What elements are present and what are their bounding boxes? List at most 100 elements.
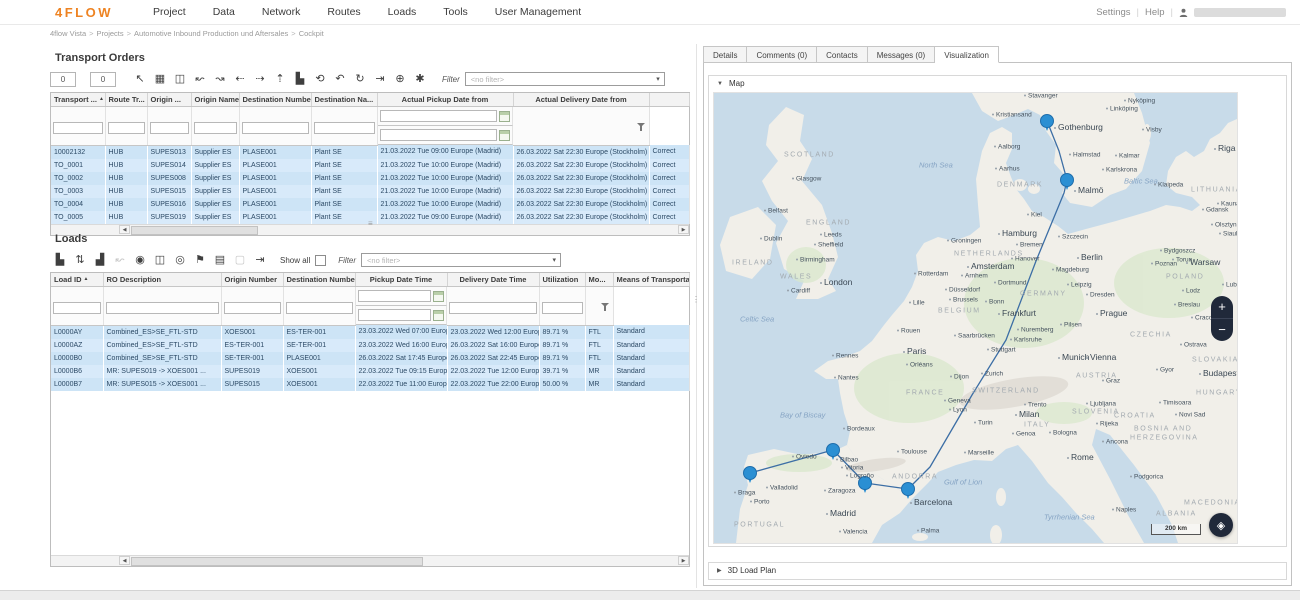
column-header-pickup-date-time[interactable]: Pickup Date Time	[355, 273, 447, 287]
filter-input-actual-pickup-date-from[interactable]	[380, 110, 498, 122]
loads-filter-select[interactable]: <no filter>	[361, 253, 561, 267]
load-row[interactable]: L0000B0Combined_SE>SE_FTL-STDSE-TER-001P…	[51, 352, 689, 365]
column-header-destination-number[interactable]: Destination Number	[239, 93, 311, 107]
refresh-icon[interactable]: ⟲	[312, 72, 329, 87]
nav-item-loads[interactable]: Loads	[388, 6, 417, 18]
show-all-checkbox[interactable]	[315, 255, 326, 266]
transport-orders-filter-select[interactable]: <no filter>	[465, 72, 665, 86]
filter-input-origin-number[interactable]	[224, 302, 281, 314]
vertical-splitter[interactable]	[696, 44, 697, 588]
filter-input-delivery-date-time[interactable]	[358, 309, 432, 321]
load-row[interactable]: L0000B6MR: SUPES019 -> XOES001 ...SUPES0…	[51, 365, 689, 378]
column-header-route-tr[interactable]: Route Tr...	[105, 93, 147, 107]
column-header-destination-number[interactable]: Destination Number	[283, 273, 355, 287]
column-header-means-of-transportation[interactable]: Means of Transportation	[613, 273, 689, 287]
zoom-in-button[interactable]: +	[1211, 296, 1233, 318]
scroll-right-button[interactable]: ▶	[678, 556, 689, 565]
schedule-icon[interactable]: ▦	[152, 72, 169, 87]
tab-visualization[interactable]: Visualization	[935, 46, 999, 63]
breadcrumb-projects[interactable]: Projects	[97, 29, 124, 38]
column-header-mo[interactable]: Mo...	[585, 273, 613, 287]
column-header-actual-pickup-date-from[interactable]: Actual Pickup Date from	[377, 93, 513, 107]
reschedule-icon[interactable]: ↻	[352, 72, 369, 87]
transport-order-row[interactable]: TO_0001HUBSUPES014Supplier ESPLASE001Pla…	[51, 159, 689, 172]
calendar-picker-icon[interactable]	[499, 130, 510, 141]
open-details-icon[interactable]: ↖	[132, 72, 149, 87]
column-header-origin[interactable]: Origin ...	[147, 93, 191, 107]
statistics-icon[interactable]: ▙	[292, 72, 309, 87]
column-header-transport[interactable]: Transport ...▲	[51, 93, 105, 107]
nav-item-user-management[interactable]: User Management	[495, 6, 581, 18]
split-order-icon[interactable]: ⇢	[252, 72, 269, 87]
run-settings-icon[interactable]: ✱	[412, 72, 429, 87]
column-header-origin-name[interactable]: Origin Name	[191, 93, 239, 107]
order-count-input-2[interactable]: 0	[90, 72, 116, 87]
nav-item-network[interactable]: Network	[262, 6, 301, 18]
scrollbar-thumb[interactable]	[131, 226, 258, 235]
transport-order-row[interactable]: TO_0003HUBSUPES015Supplier ESPLASE001Pla…	[51, 185, 689, 198]
scroll-left-button[interactable]: ◀	[119, 225, 130, 234]
transport-order-row[interactable]: 10002132HUBSUPES013Supplier ESPLASE001Pl…	[51, 145, 689, 159]
load-row[interactable]: L0000AZCombined_ES>SE_FTL-STDES-TER-001S…	[51, 339, 689, 352]
export-icon[interactable]: ⇥	[372, 72, 389, 87]
tab-comments-0[interactable]: Comments (0)	[747, 46, 817, 63]
column-header-filter[interactable]	[649, 93, 689, 107]
settings-link[interactable]: Settings	[1096, 7, 1139, 18]
calendar-picker-icon[interactable]	[433, 291, 444, 302]
copy-window-icon[interactable]: ◫	[152, 253, 169, 268]
loads-hscrollbar[interactable]: ◀ ▶	[51, 555, 689, 566]
scroll-left-button[interactable]: ◀	[119, 556, 130, 565]
filter-input-load-id[interactable]	[53, 302, 101, 314]
column-header-destination-na[interactable]: Destination Na...	[311, 93, 377, 107]
scroll-right-button[interactable]: ▶	[678, 225, 689, 234]
undo-icon[interactable]: ↶	[332, 72, 349, 87]
load-plan-section[interactable]: ▶ 3D Load Plan	[708, 562, 1287, 580]
tab-details[interactable]: Details	[703, 46, 747, 63]
load-row[interactable]: L0000B7MR: SUPES015 -> XOES001 ...SUPES0…	[51, 378, 689, 391]
pin-icon[interactable]: ◉	[132, 253, 149, 268]
filter-input-destination-number[interactable]	[242, 122, 309, 134]
map-layers-button[interactable]: ◈	[1209, 513, 1233, 537]
column-filter-icon[interactable]	[636, 122, 647, 132]
load-plan-section-header[interactable]: ▶ 3D Load Plan	[709, 563, 1286, 578]
map-canvas[interactable]: SCOTLANDGlasgowBelfastDublinIRELANDENGLA…	[713, 92, 1238, 544]
build-loads-icon[interactable]: ⇅	[72, 253, 89, 268]
globe-icon[interactable]: ⊕	[392, 72, 409, 87]
filter-input-transport[interactable]	[53, 122, 103, 134]
column-header-utilization[interactable]: Utilization	[539, 273, 585, 287]
flag-icon[interactable]: ⚑	[192, 253, 209, 268]
merge-orders-icon[interactable]: ⇠	[232, 72, 249, 87]
calendar-picker-icon[interactable]	[499, 111, 510, 122]
filter-input-origin[interactable]	[150, 122, 189, 134]
route-arrow-icon[interactable]: ↝	[212, 72, 229, 87]
load-row[interactable]: L0000AYCombined_ES>SE_FTL-STDXOES001ES-T…	[51, 325, 689, 339]
tab-messages-0[interactable]: Messages (0)	[868, 46, 935, 63]
route-split-icon[interactable]: ↜	[192, 72, 209, 87]
move-up-icon[interactable]: ⇡	[272, 72, 289, 87]
filter-input-pickup-date-time[interactable]	[358, 290, 432, 302]
column-header-ro-description[interactable]: RO Description	[103, 273, 221, 287]
export-window-icon[interactable]: ◫	[172, 72, 189, 87]
filter-input-actual-delivery-date-from[interactable]	[380, 129, 498, 141]
column-header-origin-number[interactable]: Origin Number	[221, 273, 283, 287]
tab-contacts[interactable]: Contacts	[817, 46, 868, 63]
column-header-actual-delivery-date-from[interactable]: Actual Delivery Date from	[513, 93, 649, 107]
filter-input-origin-name[interactable]	[194, 122, 237, 134]
nav-item-project[interactable]: Project	[153, 6, 186, 18]
filter-input-destination-number[interactable]	[286, 302, 353, 314]
filter-input-destination-na[interactable]	[314, 122, 375, 134]
4flow-logo[interactable]: 4FLOW	[55, 5, 113, 20]
username-redacted[interactable]	[1194, 8, 1286, 17]
vertical-splitter-handle-icon[interactable]: ⋮	[692, 295, 700, 304]
order-count-input-1[interactable]: 0	[50, 72, 76, 87]
breadcrumb-cockpit[interactable]: Cockpit	[299, 29, 324, 38]
help-link[interactable]: Help	[1145, 7, 1173, 18]
column-header-delivery-date-time[interactable]: Delivery Date Time	[447, 273, 539, 287]
filter-input-mo[interactable]	[542, 302, 583, 314]
filter-input-ro-description[interactable]	[106, 302, 219, 314]
nav-item-routes[interactable]: Routes	[327, 6, 360, 18]
column-filter-icon[interactable]	[600, 302, 611, 312]
nav-item-data[interactable]: Data	[213, 6, 235, 18]
load-chart-icon[interactable]: ▟	[92, 253, 109, 268]
breadcrumb-automotive-inbound-production-und-aftersales[interactable]: Automotive Inbound Production und Afters…	[134, 29, 288, 38]
